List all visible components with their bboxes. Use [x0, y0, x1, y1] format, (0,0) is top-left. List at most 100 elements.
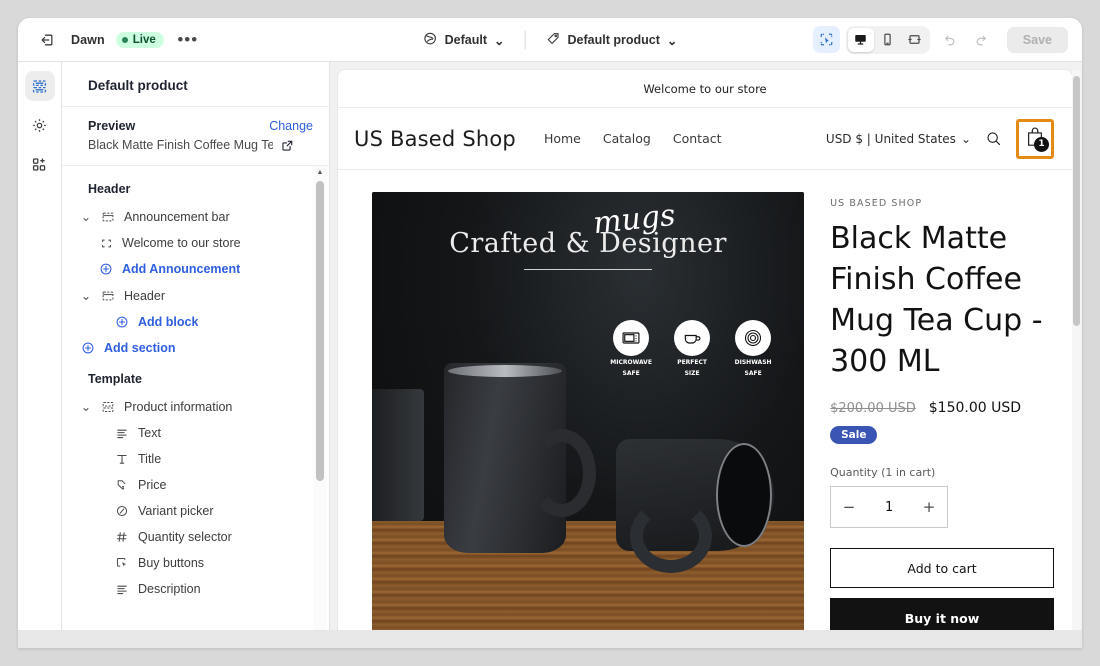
tree-item-label: Text	[138, 426, 161, 440]
store-selector[interactable]: Default ⌄	[415, 26, 513, 54]
preview-section: Preview Change Black Matte Finish Coffee…	[62, 106, 329, 165]
left-icon-rail	[18, 62, 62, 648]
product-price-row: $200.00 USD $150.00 USD	[830, 400, 1054, 416]
preview-scrollbar[interactable]	[1072, 70, 1081, 640]
quantity-label: Quantity (1 in cart)	[830, 466, 936, 480]
currency-label: USD $ | United States	[825, 131, 956, 146]
mobile-icon[interactable]	[875, 28, 901, 52]
gallery-overlay-text: Crafted & Designer mugs	[372, 198, 804, 270]
tree-item[interactable]: Quantity selector	[70, 524, 321, 550]
tree-item-label: Add block	[138, 315, 199, 329]
theme-editor-window: Dawn Live ••• Default ⌄ Default product …	[18, 18, 1082, 648]
desktop-icon[interactable]	[847, 27, 874, 52]
tree-item-label: Buy buttons	[138, 556, 205, 570]
tree-item[interactable]: Text	[70, 420, 321, 446]
template-selector[interactable]: Default product ⌄	[538, 26, 686, 54]
chevron-down-icon: ⌄	[666, 33, 678, 48]
product-gallery-image[interactable]: Crafted & Designer mugs MICROWAVE SAFE P…	[372, 192, 805, 639]
sidebar-panel: Default product Preview Change Black Mat…	[62, 62, 330, 648]
scrollbar-track[interactable]	[313, 179, 327, 635]
chevron-down-icon[interactable]: ⌄	[80, 209, 92, 224]
sections-icon[interactable]	[24, 71, 55, 101]
fullwidth-icon[interactable]	[902, 28, 928, 52]
top-toolbar: Dawn Live ••• Default ⌄ Default product …	[18, 18, 1082, 62]
change-preview-link[interactable]: Change	[269, 119, 313, 133]
announcement-text: Welcome to our store	[643, 81, 767, 96]
chevron-down-icon[interactable]: ⌄	[80, 288, 92, 303]
quantity-decrease-button[interactable]: −	[831, 498, 867, 516]
buy-button-icon	[114, 556, 130, 570]
add-announcement-button[interactable]: Add Announcement	[70, 256, 321, 282]
preview-container: Welcome to our store US Based Shop Home …	[330, 62, 1082, 648]
tree-item-label: Welcome to our store	[122, 236, 241, 250]
plus-circle-icon	[114, 315, 130, 329]
redo-icon[interactable]	[969, 26, 996, 53]
variant-icon	[114, 504, 130, 518]
status-badge: Live	[115, 31, 164, 48]
tree-item[interactable]: ⌄ Announcement bar	[70, 203, 321, 230]
sidebar-scrollbar[interactable]: ▲ ▼	[313, 166, 327, 648]
toolbar-center-group: Default ⌄ Default product ⌄	[415, 18, 686, 62]
tree-item[interactable]: ⌄ Header	[70, 282, 321, 309]
sidebar-tree-scroll: Header ⌄ Announcement bar Welcome to our…	[62, 165, 329, 648]
title-icon	[114, 452, 130, 466]
tree-item[interactable]: Price	[70, 472, 321, 498]
section-icon	[100, 210, 116, 224]
tree-item[interactable]: Welcome to our store	[70, 230, 321, 256]
undo-icon[interactable]	[936, 26, 963, 53]
window-bottom-strip	[18, 630, 1082, 648]
tree-item-label: Header	[124, 288, 165, 303]
mug-rim-shape	[448, 365, 562, 377]
editor-body: Default product Preview Change Black Mat…	[18, 62, 1082, 648]
currency-selector[interactable]: USD $ | United States ⌄	[826, 132, 971, 146]
badge-line1: MICROWAVE	[610, 359, 652, 366]
tree-item[interactable]: Title	[70, 446, 321, 472]
gear-icon[interactable]	[25, 110, 55, 140]
template-selector-label: Default product	[567, 33, 660, 47]
scrollbar-thumb[interactable]	[316, 181, 324, 481]
quantity-increase-button[interactable]: +	[911, 498, 947, 516]
tree-list-template: ⌄ Product information Text Title Price V…	[62, 393, 329, 602]
exit-icon[interactable]	[34, 27, 60, 53]
badge-line2: SIZE	[684, 370, 700, 377]
inspector-icon[interactable]	[812, 26, 840, 53]
product-info-block: US BASED SHOP Black Matte Finish Coffee …	[830, 192, 1054, 639]
external-link-icon[interactable]	[281, 139, 294, 152]
search-icon[interactable]	[985, 130, 1002, 147]
apps-icon[interactable]	[25, 149, 55, 179]
tree-item-label: Variant picker	[138, 504, 214, 518]
preview-label: Preview	[88, 119, 136, 133]
tree-item-label: Announcement bar	[124, 209, 230, 224]
tree-item[interactable]: Variant picker	[70, 498, 321, 524]
mug-lying-shape	[616, 439, 775, 573]
add-to-cart-button[interactable]: Add to cart	[830, 548, 1054, 589]
section-icon	[100, 400, 116, 414]
more-options-button[interactable]: •••	[175, 27, 201, 53]
add-block-button[interactable]: Add block	[70, 309, 321, 335]
tree-group-header: Header	[88, 182, 131, 196]
scroll-up-arrow-icon[interactable]: ▲	[317, 166, 324, 179]
badge-perfect-size: PERFECT SIZE	[667, 320, 717, 378]
preview-scrollbar-thumb[interactable]	[1073, 76, 1080, 326]
store-header-right: USD $ | United States ⌄ 1	[826, 118, 1054, 159]
nav-item-home[interactable]: Home	[544, 131, 581, 146]
plus-circle-icon	[80, 341, 96, 355]
add-section-button[interactable]: Add section	[70, 335, 321, 361]
announcement-bar[interactable]: Welcome to our store	[338, 70, 1072, 108]
nav-item-contact[interactable]: Contact	[673, 131, 722, 146]
save-button[interactable]: Save	[1006, 26, 1068, 53]
tree-item[interactable]: Buy buttons	[70, 550, 321, 576]
cart-button[interactable]: 1	[1016, 118, 1054, 159]
quantity-input[interactable]: 1	[867, 500, 911, 515]
store-logo[interactable]: US Based Shop	[354, 127, 516, 151]
tree-item[interactable]: ⌄ Product information	[70, 393, 321, 420]
tree-item-label: Add Announcement	[122, 262, 241, 276]
nav-item-catalog[interactable]: Catalog	[603, 131, 651, 146]
preview-header-row: Preview Change	[88, 119, 313, 133]
tree-item[interactable]: Description	[70, 576, 321, 602]
tree-list-header: ⌄ Announcement bar Welcome to our store …	[62, 203, 329, 361]
section-icon	[100, 289, 116, 303]
chevron-down-icon[interactable]: ⌄	[80, 399, 92, 414]
status-badge-label: Live	[132, 33, 156, 46]
tree-item-label: Quantity selector	[138, 530, 232, 544]
